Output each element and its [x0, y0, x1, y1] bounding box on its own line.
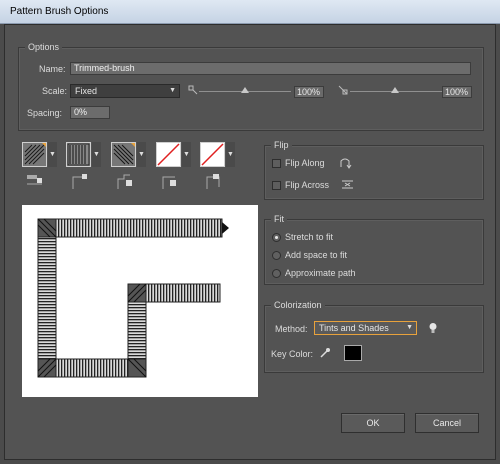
start-tile-menu[interactable]: ▼: [182, 142, 191, 167]
approximate-path-radio[interactable]: [272, 269, 281, 278]
method-label: Method:: [275, 324, 308, 334]
cancel-button[interactable]: Cancel: [415, 413, 479, 433]
inner-corner-position-icon: [116, 173, 134, 191]
colorization-group: Colorization: [264, 300, 484, 373]
side-tile-position-icon: [26, 173, 44, 191]
method-dropdown[interactable]: Tints and Shades ▼: [314, 321, 417, 335]
spacing-label: Spacing:: [27, 108, 63, 118]
flip-across-label[interactable]: Flip Across: [285, 179, 329, 191]
scale-mode-value: Fixed: [75, 86, 98, 96]
name-label: Name:: [39, 64, 66, 74]
key-color-swatch[interactable]: [344, 345, 362, 361]
flip-group: Flip: [264, 140, 484, 200]
key-color-label: Key Color:: [271, 349, 314, 359]
stretch-to-fit-radio[interactable]: [272, 233, 281, 242]
flip-group-title: Flip: [271, 140, 292, 151]
end-position-icon: [205, 173, 223, 191]
options-group-title: Options: [25, 42, 63, 53]
flip-across-checkbox[interactable]: [272, 181, 281, 190]
large-scale-icon: [338, 85, 348, 95]
start-tile[interactable]: [156, 142, 181, 167]
scale-min-slider-thumb[interactable]: [241, 87, 249, 93]
pattern-brush-dialog: Options Name: Trimmed-brush Scale: Fixed…: [4, 24, 496, 460]
window-title: Pattern Brush Options: [0, 0, 500, 24]
add-space-to-fit-label[interactable]: Add space to fit: [285, 249, 347, 261]
none-slash-icon: [201, 143, 224, 166]
inner-corner-pattern-icon: [112, 143, 135, 166]
scale-label: Scale:: [42, 86, 68, 96]
inner-corner-tile[interactable]: [111, 142, 136, 167]
scale-max-field[interactable]: 100%: [442, 86, 472, 98]
spacing-field[interactable]: 0%: [70, 106, 110, 119]
inner-corner-tile-menu[interactable]: ▼: [137, 142, 146, 167]
ok-button[interactable]: OK: [341, 413, 405, 433]
end-tile[interactable]: [200, 142, 225, 167]
outer-corner-tile[interactable]: [22, 142, 47, 167]
brush-preview: [22, 205, 258, 397]
name-field[interactable]: Trimmed-brush: [70, 62, 471, 75]
outer-corner-pattern-icon: [23, 143, 46, 166]
none-slash-icon: [157, 143, 180, 166]
outer-corner-tile-menu[interactable]: ▼: [48, 142, 57, 167]
scale-max-slider-thumb[interactable]: [391, 87, 399, 93]
flip-across-icon: [341, 178, 354, 191]
side-pattern-icon: [67, 143, 90, 166]
pattern-preview-icon: [37, 218, 229, 378]
small-scale-icon: [188, 85, 198, 95]
flip-along-label[interactable]: Flip Along: [285, 157, 325, 169]
start-position-icon: [161, 173, 179, 191]
stretch-to-fit-label[interactable]: Stretch to fit: [285, 231, 333, 243]
chevron-down-icon: ▼: [169, 87, 176, 94]
side-tile-menu[interactable]: ▼: [92, 142, 101, 167]
fit-group-title: Fit: [271, 214, 287, 225]
flip-along-checkbox[interactable]: [272, 159, 281, 168]
end-tile-menu[interactable]: ▼: [226, 142, 235, 167]
scale-min-field[interactable]: 100%: [294, 86, 324, 98]
add-space-to-fit-radio[interactable]: [272, 251, 281, 260]
tips-icon[interactable]: [428, 322, 438, 334]
eyedropper-icon[interactable]: [319, 347, 331, 359]
flip-along-icon: [339, 156, 352, 169]
side-tile[interactable]: [66, 142, 91, 167]
approximate-path-label[interactable]: Approximate path: [285, 267, 356, 279]
chevron-down-icon: ▼: [406, 324, 413, 331]
colorization-group-title: Colorization: [271, 300, 325, 311]
scale-mode-dropdown[interactable]: Fixed ▼: [70, 84, 180, 98]
method-value: Tints and Shades: [319, 323, 389, 333]
outer-corner-position-icon: [71, 173, 89, 191]
